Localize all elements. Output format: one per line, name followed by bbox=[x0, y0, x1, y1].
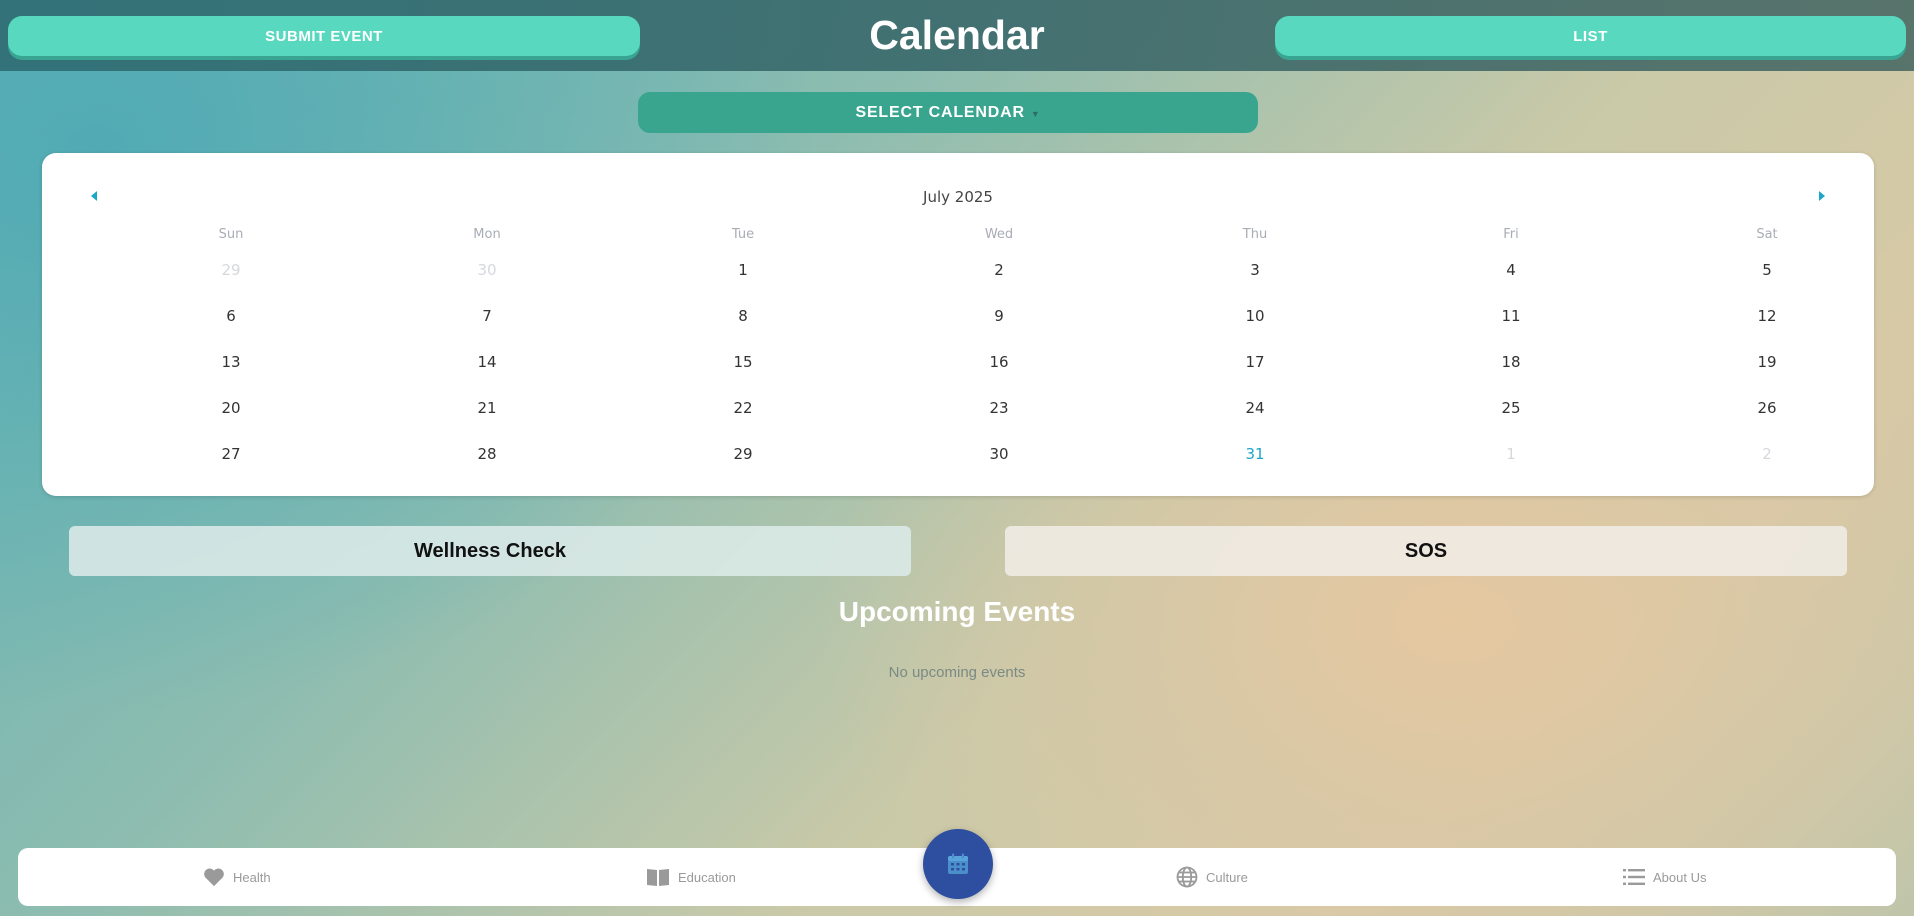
calendar-week-row: 29 30 1 2 3 4 5 bbox=[103, 247, 1771, 293]
nav-label-education: Education bbox=[678, 869, 736, 885]
month-label: July 2025 bbox=[923, 188, 993, 206]
heart-icon bbox=[204, 868, 224, 887]
weekday-label: Fri bbox=[1503, 227, 1519, 242]
calendar-day[interactable]: 16 bbox=[871, 339, 1127, 385]
select-calendar-dropdown[interactable]: SELECT CALENDAR ▼ bbox=[638, 92, 1258, 133]
select-calendar-label: SELECT CALENDAR bbox=[855, 103, 1025, 121]
weekday-label: Thu bbox=[1242, 227, 1268, 242]
calendar-week-row: 13 14 15 16 17 18 19 bbox=[103, 339, 1776, 385]
calendar-day-outside[interactable]: 1 bbox=[1383, 431, 1639, 477]
weekday-label: Mon bbox=[473, 227, 501, 242]
calendar-day[interactable]: 1 bbox=[615, 247, 871, 293]
calendar-day[interactable]: 24 bbox=[1127, 385, 1383, 431]
nav-label-health: Health bbox=[233, 869, 271, 885]
calendar-fab-button[interactable] bbox=[923, 829, 993, 899]
calendar-day[interactable]: 26 bbox=[1639, 385, 1895, 431]
weekday-label: Tue bbox=[731, 227, 755, 242]
calendar-day[interactable]: 10 bbox=[1127, 293, 1383, 339]
nav-label-culture: Culture bbox=[1206, 869, 1248, 885]
calendar-day[interactable]: 7 bbox=[359, 293, 615, 339]
calendar-day[interactable]: 25 bbox=[1383, 385, 1639, 431]
calendar-week-row: 6 7 8 9 10 11 12 bbox=[103, 293, 1776, 339]
calendar-day[interactable]: 28 bbox=[359, 431, 615, 477]
calendar-day[interactable]: 23 bbox=[871, 385, 1127, 431]
calendar-day[interactable]: 14 bbox=[359, 339, 615, 385]
calendar-weeks: 29 30 1 2 3 4 5 6 7 8 9 10 11 12 13 14 15 16 17 18 19 20 21 22 2… bbox=[103, 247, 1776, 477]
calendar-day[interactable]: 29 bbox=[615, 431, 871, 477]
weekday-label: Sun bbox=[218, 227, 244, 242]
calendar-day[interactable]: 9 bbox=[871, 293, 1127, 339]
calendar-day[interactable]: 20 bbox=[103, 385, 359, 431]
calendar-day[interactable]: 5 bbox=[1639, 247, 1895, 293]
calendar-grid: Sun Mon Tue Wed Thu Fri Sat 29 30 1 2 3 4 5 6 7 8 9 10 11 1… bbox=[103, 223, 1778, 477]
calendar-day[interactable]: 18 bbox=[1383, 339, 1639, 385]
calendar-day[interactable]: 30 bbox=[871, 431, 1127, 477]
nav-item-about-us[interactable]: About Us bbox=[1623, 848, 1706, 906]
calendar-day[interactable]: 12 bbox=[1639, 293, 1895, 339]
globe-icon bbox=[1176, 866, 1198, 888]
calendar-day[interactable]: 22 bbox=[615, 385, 871, 431]
weekday-label: Sat bbox=[1756, 227, 1778, 242]
sos-button[interactable]: SOS bbox=[1005, 526, 1847, 576]
nav-item-education[interactable]: Education bbox=[646, 848, 736, 906]
calendar-day-outside[interactable]: 29 bbox=[103, 247, 359, 293]
no-events-message: No upcoming events bbox=[888, 664, 1026, 681]
calendar-day[interactable]: 4 bbox=[1383, 247, 1639, 293]
calendar-day[interactable]: 2 bbox=[871, 247, 1127, 293]
calendar-day[interactable]: 11 bbox=[1383, 293, 1639, 339]
calendar-week-row: 27 28 29 30 31 1 2 bbox=[103, 431, 1771, 477]
calendar-day[interactable]: 17 bbox=[1127, 339, 1383, 385]
chevron-down-icon: ▼ bbox=[1030, 108, 1041, 119]
calendar-day-outside[interactable]: 2 bbox=[1639, 431, 1895, 477]
calendar-day[interactable]: 6 bbox=[103, 293, 359, 339]
calendar-day[interactable]: 13 bbox=[103, 339, 359, 385]
calendar-day-outside[interactable]: 30 bbox=[359, 247, 615, 293]
calendar-day[interactable]: 21 bbox=[359, 385, 615, 431]
nav-label-about-us: About Us bbox=[1653, 869, 1707, 885]
calendar-week-row: 20 21 22 23 24 25 26 bbox=[103, 385, 1776, 431]
weekday-label: Wed bbox=[984, 227, 1014, 242]
weekday-header-row: Sun Mon Tue Wed Thu Fri Sat bbox=[103, 223, 1778, 247]
chevron-right-icon bbox=[1819, 191, 1825, 201]
list-icon bbox=[1623, 869, 1645, 885]
calendar-day[interactable]: 15 bbox=[615, 339, 871, 385]
wellness-check-button[interactable]: Wellness Check bbox=[69, 526, 911, 576]
nav-item-culture[interactable]: Culture bbox=[1176, 848, 1248, 906]
nav-item-health[interactable]: Health bbox=[203, 848, 271, 906]
calendar-day[interactable]: 19 bbox=[1639, 339, 1895, 385]
calendar-day[interactable]: 27 bbox=[103, 431, 359, 477]
list-button[interactable]: LIST bbox=[1275, 16, 1906, 56]
upcoming-events-heading: Upcoming Events bbox=[838, 596, 1076, 627]
next-month-button[interactable] bbox=[1812, 186, 1832, 206]
book-icon bbox=[647, 869, 669, 886]
calendar-icon bbox=[948, 853, 968, 874]
calendar-day[interactable]: 3 bbox=[1127, 247, 1383, 293]
calendar-widget: July 2025 Sun Mon Tue Wed Thu Fri Sat 29 30 1 2 3 4… bbox=[42, 153, 1874, 496]
calendar-day[interactable]: 8 bbox=[615, 293, 871, 339]
calendar-day[interactable]: 31 bbox=[1127, 431, 1383, 477]
